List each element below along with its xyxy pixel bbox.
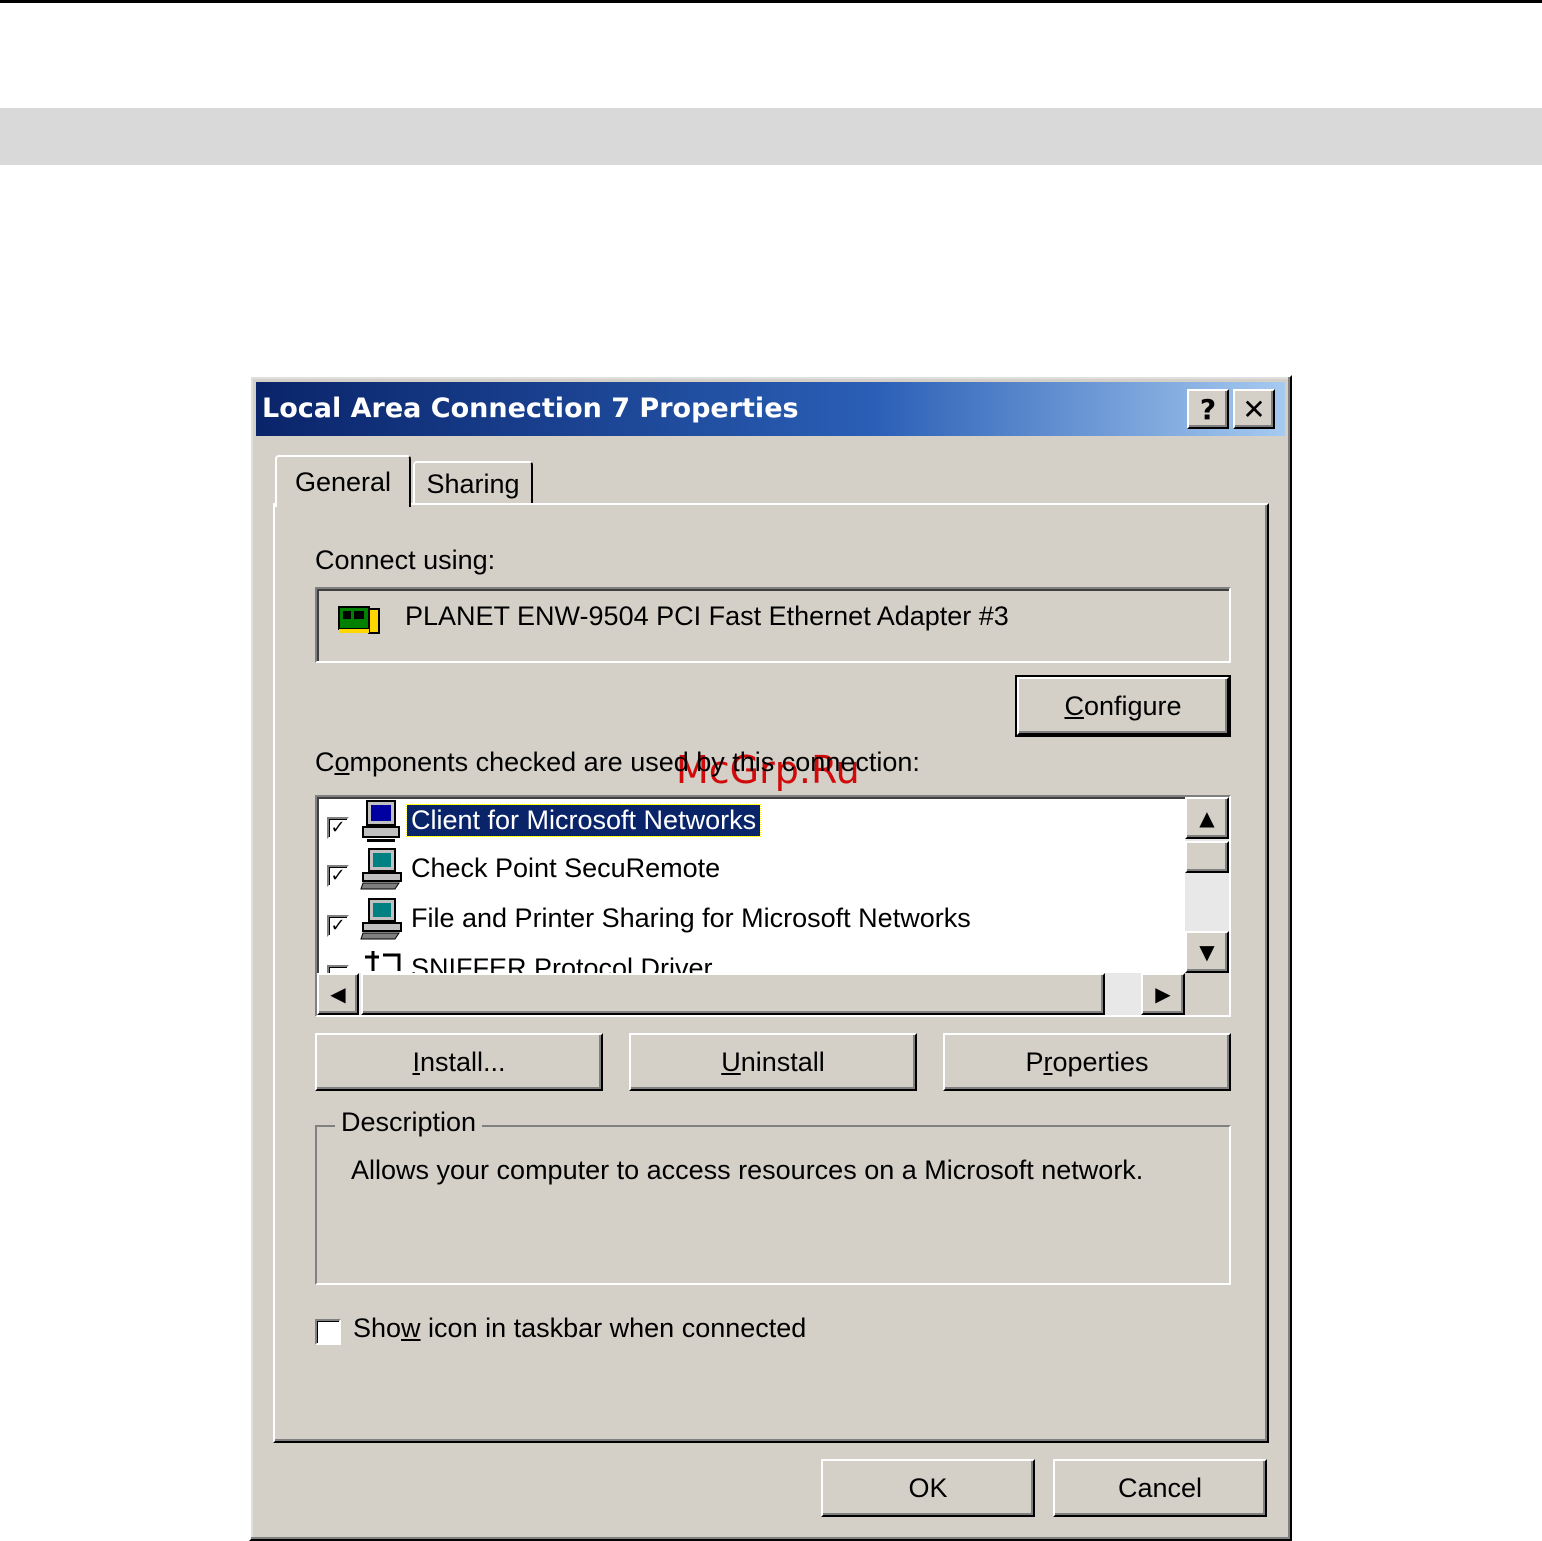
components-label-post: mponents checked are used by this connec…	[349, 747, 920, 777]
components-label-pre: C	[315, 747, 335, 777]
install-label-accel: I	[412, 1046, 420, 1077]
list-item[interactable]: ✓ File and Printer Sharing for Microsoft…	[317, 895, 1177, 943]
window-title: Local Area Connection 7 Properties	[262, 393, 799, 424]
tab-general-label: General	[294, 466, 392, 497]
top-rule	[0, 0, 1542, 3]
adapter-name: PLANET ENW-9504 PCI Fast Ethernet Adapte…	[405, 601, 1009, 631]
network-service-icon	[360, 848, 402, 890]
component-checkbox[interactable]: ✓	[327, 817, 349, 839]
close-icon: ✕	[1242, 392, 1266, 426]
ok-button[interactable]: OK	[821, 1459, 1035, 1517]
header-band	[0, 108, 1542, 165]
configure-label-post: onfigure	[1083, 690, 1182, 721]
component-label: File and Printer Sharing for Microsoft N…	[411, 903, 971, 933]
triangle-down-icon: ▼	[1199, 940, 1215, 964]
connect-using-label: Connect using:	[315, 545, 496, 575]
uninstall-label-post: ninstall	[740, 1046, 825, 1077]
uninstall-button[interactable]: Uninstall	[629, 1033, 917, 1091]
component-label: Client for Microsoft Networks	[405, 804, 762, 837]
show-icon-checkbox[interactable]	[315, 1319, 341, 1345]
tab-sharing[interactable]: Sharing	[413, 461, 533, 505]
description-text: Allows your computer to access resources…	[351, 1155, 1144, 1185]
general-tab-panel: Connect using: PLANET ENW-9504 PCI Fast …	[273, 503, 1269, 1443]
properties-button[interactable]: Pr operties	[943, 1033, 1231, 1091]
scroll-right-button[interactable]: ▶	[1141, 973, 1185, 1015]
vertical-scroll-thumb[interactable]	[1185, 841, 1229, 873]
adapter-box: PLANET ENW-9504 PCI Fast Ethernet Adapte…	[315, 587, 1231, 663]
tab-general[interactable]: General	[275, 455, 411, 507]
vertical-scrollbar[interactable]: ▲ ▼	[1185, 797, 1229, 973]
properties-label-post: operties	[1052, 1046, 1149, 1077]
install-button[interactable]: Install...	[315, 1033, 603, 1091]
components-label: Components checked are used by this conn…	[315, 747, 920, 778]
triangle-right-icon: ▶	[1155, 982, 1171, 1006]
tab-sharing-label: Sharing	[426, 468, 520, 499]
network-card-icon	[338, 606, 380, 634]
show-icon-label-post: icon in taskbar when connected	[420, 1313, 807, 1343]
list-item[interactable]: ✓ Client for Microsoft Networks	[317, 797, 1177, 845]
properties-dialog: Local Area Connection 7 Properties ? ✕ G…	[249, 375, 1292, 1541]
scroll-down-button[interactable]: ▼	[1185, 931, 1229, 973]
description-legend: Description	[335, 1107, 483, 1138]
triangle-left-icon: ◀	[330, 982, 346, 1006]
horizontal-scrollbar[interactable]: ◀ ▶	[317, 973, 1185, 1015]
scroll-left-button[interactable]: ◀	[317, 973, 359, 1015]
network-client-icon	[362, 800, 400, 842]
properties-label-pre: P	[1025, 1046, 1044, 1077]
horizontal-scroll-thumb[interactable]	[361, 973, 1105, 1015]
network-service-icon	[360, 898, 402, 940]
triangle-up-icon: ▲	[1199, 806, 1215, 830]
show-icon-label[interactable]: Show icon in taskbar when connected	[353, 1313, 806, 1344]
uninstall-label-accel: U	[721, 1046, 741, 1077]
configure-label-accel: C	[1064, 690, 1084, 721]
ok-label: OK	[908, 1472, 948, 1503]
cancel-button[interactable]: Cancel	[1053, 1459, 1267, 1517]
show-icon-label-accel: w	[401, 1313, 421, 1343]
help-button[interactable]: ?	[1187, 389, 1229, 429]
show-icon-label-pre: Sho	[353, 1313, 402, 1343]
help-icon: ?	[1199, 392, 1217, 426]
component-checkbox[interactable]: ✓	[327, 865, 349, 887]
properties-label-accel: r	[1043, 1046, 1053, 1077]
configure-button[interactable]: Configure	[1015, 675, 1231, 737]
components-label-accel: o	[334, 747, 350, 777]
title-bar[interactable]: Local Area Connection 7 Properties ? ✕	[256, 382, 1285, 436]
install-label-post: nstall...	[419, 1046, 506, 1077]
cancel-label: Cancel	[1117, 1472, 1203, 1503]
components-list[interactable]: ✓ Client for Microsoft Networks ✓ Check …	[315, 795, 1231, 1017]
component-checkbox[interactable]: ✓	[327, 915, 349, 937]
list-item[interactable]: ✓ Check Point SecuRemote	[317, 845, 1177, 893]
description-group: Description Allows your computer to acce…	[315, 1107, 1231, 1285]
component-label: Check Point SecuRemote	[411, 853, 721, 883]
close-button[interactable]: ✕	[1233, 389, 1275, 429]
scroll-up-button[interactable]: ▲	[1185, 797, 1229, 839]
scrollbar-corner	[1185, 973, 1229, 1015]
